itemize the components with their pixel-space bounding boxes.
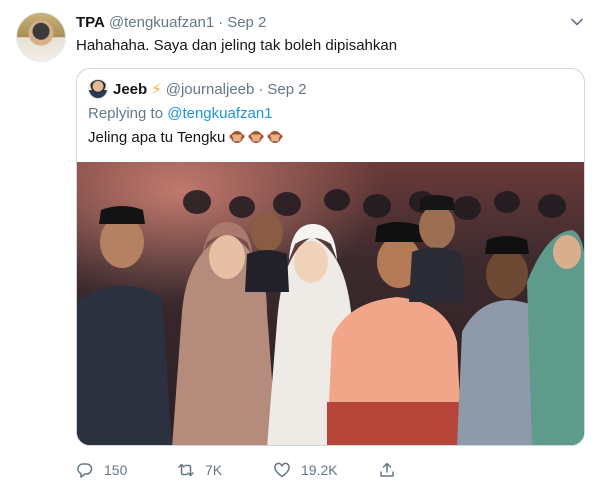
quoted-author-display-name[interactable]: Jeeb <box>113 81 147 98</box>
tweet-actions: 150 7K 19.2K <box>76 458 396 482</box>
quoted-tweet-text: Jeling apa tu Tengku <box>88 129 283 146</box>
tweet[interactable]: TPA @tengkuafzan1 · Sep 2 Hahahaha. Saya… <box>0 0 601 491</box>
see-no-evil-monkey-icon <box>229 130 245 143</box>
reply-count: 150 <box>104 462 128 478</box>
quoted-tweet-photo[interactable] <box>77 162 584 445</box>
quoted-tweet-header: Jeeb ⚡ @journaljeeb · Sep 2 <box>113 79 307 99</box>
tweet-text: Hahahaha. Saya dan jeling tak boleh dipi… <box>76 37 398 54</box>
caret-down-icon[interactable] <box>569 14 585 30</box>
author-display-name[interactable]: TPA <box>76 14 105 31</box>
quoted-author-handle[interactable]: @journaljeeb <box>166 81 255 98</box>
reply-icon <box>77 463 93 478</box>
replying-prefix: Replying to <box>88 105 164 122</box>
tweet-date[interactable]: Sep 2 <box>227 14 266 31</box>
lightning-emoji-icon: ⚡ <box>151 81 162 98</box>
like-icon <box>274 462 290 478</box>
replying-to-line: Replying to @tengkuafzan1 <box>88 105 273 122</box>
quoted-header-separator: · <box>258 80 264 98</box>
event-audience-photo <box>77 162 584 445</box>
author-avatar[interactable] <box>16 12 66 62</box>
quoted-tweet[interactable]: Jeeb ⚡ @journaljeeb · Sep 2 Replying to … <box>76 68 585 446</box>
replying-mention-link[interactable]: @tengkuafzan1 <box>167 105 272 122</box>
tweet-header: TPA @tengkuafzan1 · Sep 2 <box>76 12 266 32</box>
share-button[interactable] <box>378 461 396 479</box>
quoted-text: Jeling apa tu Tengku <box>88 129 226 146</box>
retweet-button[interactable]: 7K <box>177 461 273 479</box>
quoted-author-avatar[interactable] <box>88 79 108 99</box>
see-no-evil-monkey-icon <box>267 130 283 143</box>
retweet-count: 7K <box>205 462 223 478</box>
see-no-evil-monkey-icon <box>248 130 264 143</box>
retweet-icon <box>178 463 194 477</box>
like-button[interactable]: 19.2K <box>273 461 378 479</box>
header-separator: · <box>218 13 224 31</box>
share-icon <box>380 462 394 477</box>
like-count: 19.2K <box>301 462 338 478</box>
emoji-group <box>229 130 283 146</box>
quoted-tweet-date: Sep 2 <box>267 80 307 98</box>
author-handle[interactable]: @tengkuafzan1 <box>109 14 214 31</box>
reply-button[interactable]: 150 <box>76 461 177 479</box>
